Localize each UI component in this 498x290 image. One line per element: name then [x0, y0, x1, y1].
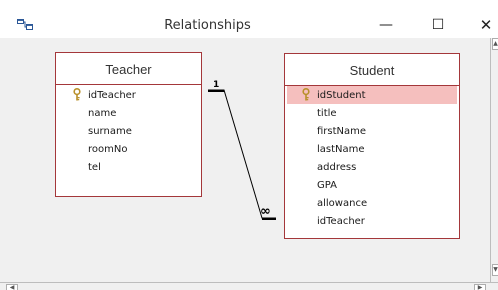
- student-field-list: idStudent title firstName lastName address GP…: [285, 86, 459, 230]
- field-name: name: [88, 108, 117, 119]
- student-field-allowance[interactable]: allowance: [285, 194, 459, 212]
- teacher-table[interactable]: Teacher idTeacher name surname roomNo tel: [55, 52, 202, 197]
- teacher-field-name[interactable]: name: [56, 104, 201, 122]
- one-side-label: 1: [213, 80, 219, 90]
- teacher-field-surname[interactable]: surname: [56, 122, 201, 140]
- field-name: surname: [88, 126, 132, 137]
- many-side-label: ∞: [260, 204, 271, 219]
- field-name: GPA: [317, 180, 337, 191]
- student-table[interactable]: Student idStudent title firstName lastName a…: [284, 53, 460, 239]
- field-name: title: [317, 108, 337, 119]
- primary-key-icon: [73, 88, 81, 101]
- student-field-title[interactable]: title: [285, 104, 459, 122]
- field-name: firstName: [317, 126, 367, 137]
- field-name: roomNo: [88, 144, 128, 155]
- field-name: tel: [88, 162, 101, 173]
- relationships-window: Relationships — ☐ ✕ ▲ ▼ ◀ ▶ 1 ∞ Teacher …: [0, 0, 498, 290]
- teacher-field-idteacher[interactable]: idTeacher: [56, 86, 201, 104]
- teacher-field-list: idTeacher name surname roomNo tel: [56, 86, 201, 176]
- field-name: lastName: [317, 144, 365, 155]
- student-field-gpa[interactable]: GPA: [285, 176, 459, 194]
- field-name: idStudent: [317, 90, 366, 101]
- student-field-idteacher[interactable]: idTeacher: [285, 212, 459, 230]
- primary-key-icon: [302, 88, 310, 101]
- student-table-title[interactable]: Student: [285, 54, 459, 86]
- field-name: address: [317, 162, 357, 173]
- field-name: allowance: [317, 198, 368, 209]
- teacher-table-title[interactable]: Teacher: [56, 53, 201, 85]
- field-name: idTeacher: [317, 216, 365, 227]
- student-field-firstname[interactable]: firstName: [285, 122, 459, 140]
- student-field-lastname[interactable]: lastName: [285, 140, 459, 158]
- teacher-field-tel[interactable]: tel: [56, 158, 201, 176]
- student-field-address[interactable]: address: [285, 158, 459, 176]
- field-name: idTeacher: [88, 90, 136, 101]
- teacher-field-roomno[interactable]: roomNo: [56, 140, 201, 158]
- student-field-idstudent[interactable]: idStudent: [287, 86, 457, 104]
